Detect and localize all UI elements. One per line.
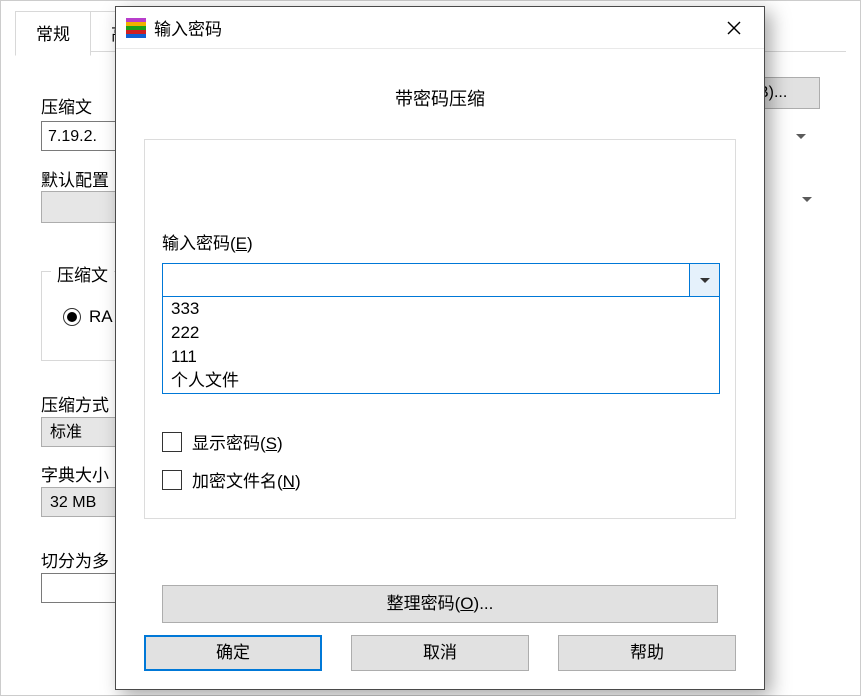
encrypt-filenames-label: 加密文件名(N) [192, 467, 301, 492]
checkbox-icon [162, 470, 182, 490]
tab-general[interactable]: 常规 [15, 11, 91, 56]
password-label: 输入密码(E) [162, 229, 253, 254]
ok-button[interactable]: 确定 [144, 635, 322, 671]
password-option[interactable]: 333 [163, 297, 719, 321]
checkbox-icon [162, 432, 182, 452]
chevron-down-icon [700, 278, 710, 283]
password-dialog: 输入密码 带密码压缩 输入密码(E) 333 222 111 个人文件 [115, 6, 765, 690]
dialog-body: 带密码压缩 输入密码(E) 333 222 111 个人文件 显示密码(S) [116, 49, 764, 689]
password-dropdown-button[interactable] [689, 264, 719, 296]
password-option[interactable]: 个人文件 [163, 369, 719, 393]
dialog-button-row: 确定 取消 帮助 [116, 635, 764, 671]
format-group-legend: 压缩文 [51, 261, 114, 286]
format-radio-rar[interactable]: RA [63, 307, 113, 327]
password-option[interactable]: 222 [163, 321, 719, 345]
dialog-titlebar: 输入密码 [116, 7, 764, 49]
format-radio-label: RA [89, 307, 113, 327]
filename-dropdown-icon[interactable] [790, 125, 812, 147]
dialog-heading: 带密码压缩 [116, 85, 764, 111]
encrypt-filenames-checkbox[interactable]: 加密文件名(N) [162, 467, 301, 492]
password-dropdown-list[interactable]: 333 222 111 个人文件 [162, 297, 720, 394]
cancel-button[interactable]: 取消 [351, 635, 529, 671]
password-option[interactable]: 111 [163, 345, 719, 369]
winrar-icon [126, 18, 146, 38]
profile-dropdown-icon[interactable] [802, 197, 812, 202]
radio-dot-icon [63, 308, 81, 326]
show-password-label: 显示密码(S) [192, 429, 283, 454]
split-label: 切分为多 [41, 547, 109, 572]
dialog-title: 输入密码 [154, 15, 708, 40]
dictionary-size-label: 字典大小 [41, 461, 109, 486]
help-button[interactable]: 帮助 [558, 635, 736, 671]
close-button[interactable] [708, 10, 760, 46]
compression-method-label: 压缩方式 [41, 391, 109, 416]
password-combobox[interactable] [162, 263, 720, 297]
close-icon [727, 21, 741, 35]
profile-label: 默认配置 [41, 166, 109, 191]
filename-label: 压缩文 [41, 93, 92, 118]
show-password-checkbox[interactable]: 显示密码(S) [162, 429, 283, 454]
organize-passwords-button[interactable]: 整理密码(O)... [162, 585, 718, 623]
password-input[interactable] [163, 264, 689, 296]
